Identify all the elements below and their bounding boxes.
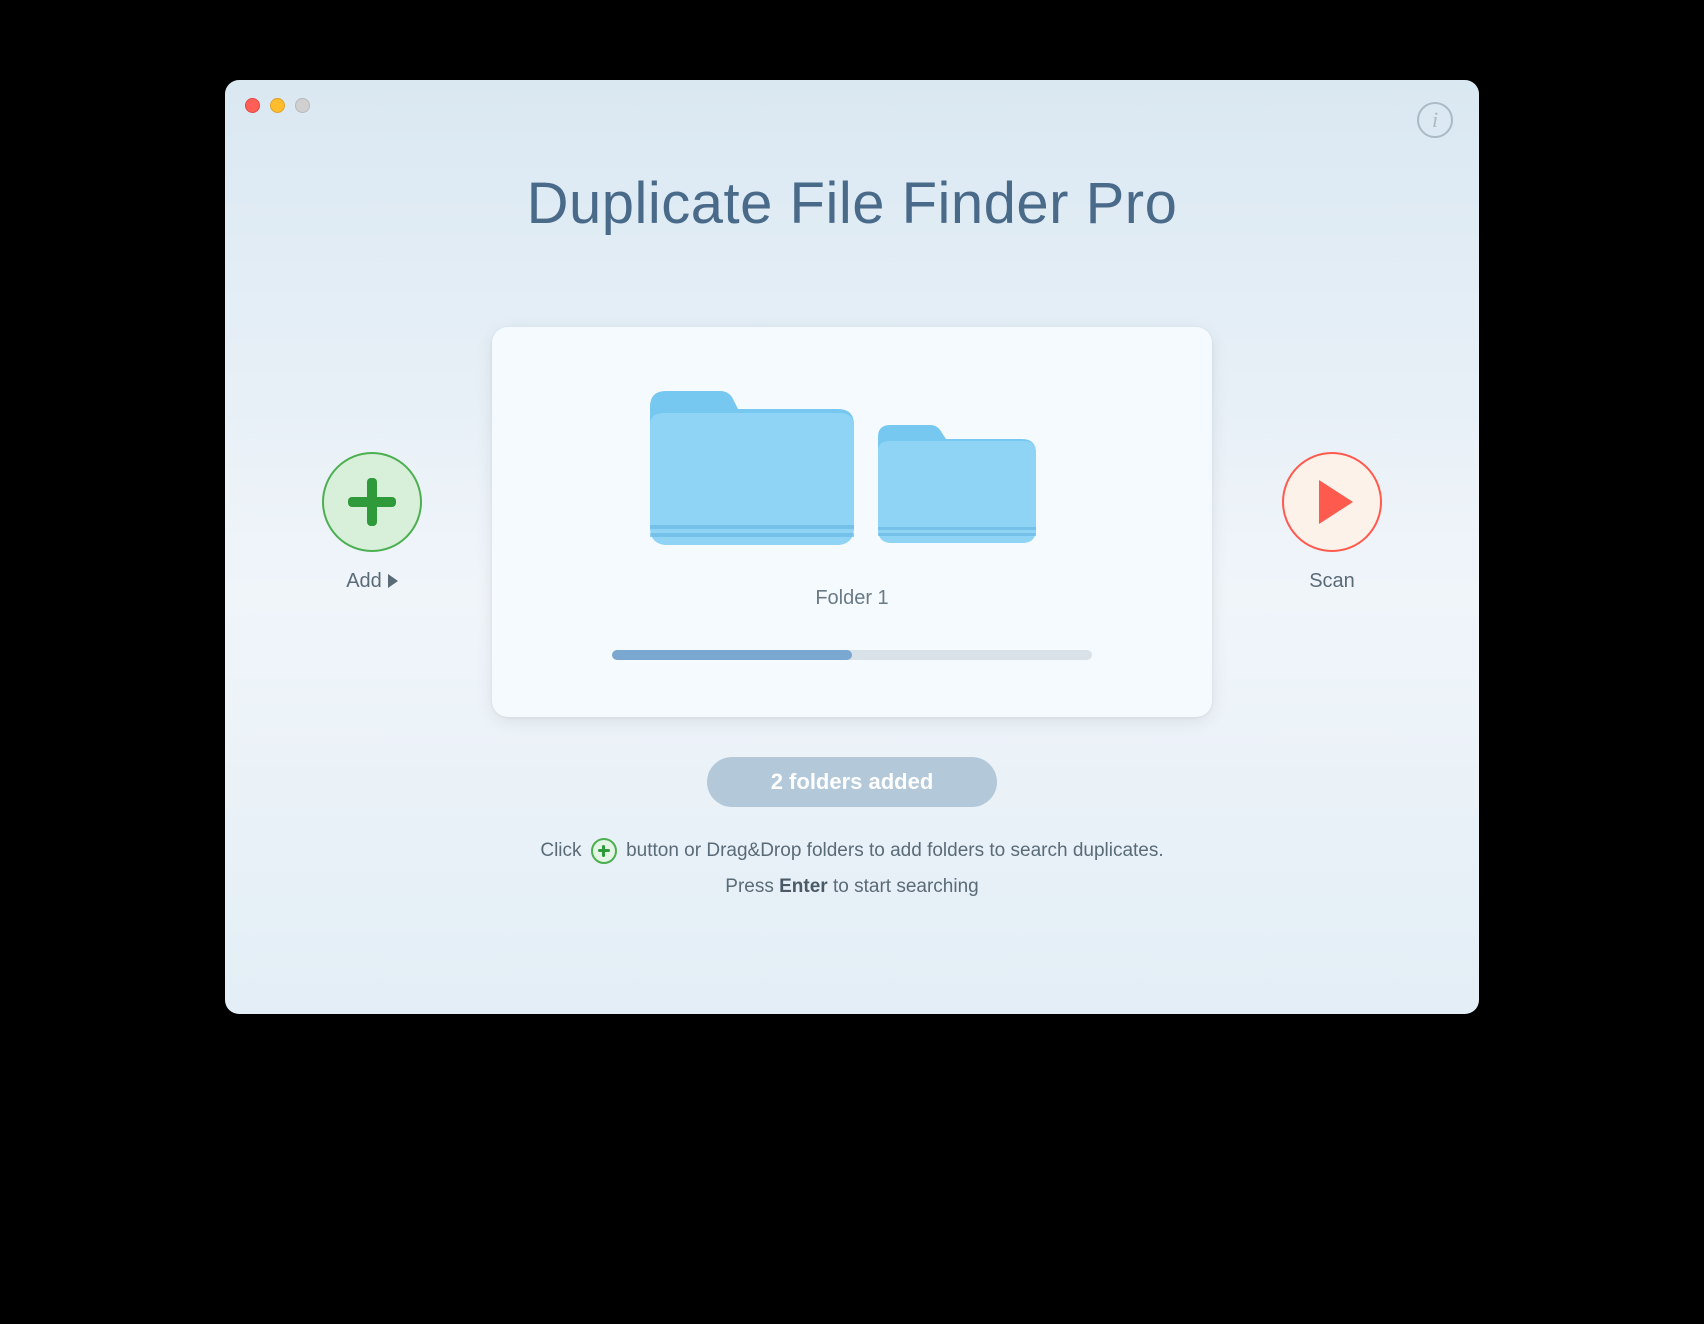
play-icon bbox=[1319, 480, 1353, 524]
maximize-window-button[interactable] bbox=[295, 98, 310, 113]
hint-text-fragment: button or Drag&Drop folders to add folde… bbox=[626, 840, 1164, 861]
slider-fill bbox=[612, 650, 852, 660]
minimize-window-button[interactable] bbox=[270, 98, 285, 113]
chevron-right-icon bbox=[388, 574, 398, 588]
scan-button-label: Scan bbox=[1309, 570, 1355, 593]
hint-text-fragment: Click bbox=[540, 840, 581, 861]
plus-icon bbox=[367, 478, 377, 526]
add-column: Add bbox=[312, 452, 432, 593]
info-button[interactable]: i bbox=[1417, 102, 1453, 138]
info-icon: i bbox=[1432, 107, 1438, 133]
folder-pager-slider[interactable] bbox=[612, 650, 1092, 660]
hint-line-2: Press Enter to start searching bbox=[225, 869, 1479, 905]
folder-icon bbox=[872, 413, 1042, 558]
folder-icon bbox=[642, 377, 862, 562]
folder-name-label: Folder 1 bbox=[815, 587, 888, 610]
hint-key: Enter bbox=[779, 876, 828, 897]
add-button-label: Add bbox=[346, 570, 398, 593]
status-badge: 2 folders added bbox=[707, 757, 997, 807]
scan-column: Scan bbox=[1272, 452, 1392, 593]
add-label-text: Add bbox=[346, 570, 382, 593]
hint-text-fragment: to start searching bbox=[833, 876, 979, 897]
scan-label-text: Scan bbox=[1309, 570, 1355, 593]
scan-button[interactable] bbox=[1282, 452, 1382, 552]
add-folder-button[interactable] bbox=[322, 452, 422, 552]
hint-text: Click button or Drag&Drop folders to add… bbox=[225, 833, 1479, 905]
folder-dropzone-card[interactable]: Folder 1 bbox=[492, 327, 1212, 717]
plus-icon bbox=[591, 838, 617, 864]
main-content-row: Add bbox=[225, 327, 1479, 717]
close-window-button[interactable] bbox=[245, 98, 260, 113]
hint-line-1: Click button or Drag&Drop folders to add… bbox=[225, 833, 1479, 869]
app-window: i Duplicate File Finder Pro Add bbox=[225, 80, 1479, 1014]
window-controls bbox=[245, 98, 310, 113]
hint-text-fragment: Press bbox=[725, 876, 774, 897]
folder-preview bbox=[642, 377, 1062, 577]
app-title: Duplicate File Finder Pro bbox=[225, 170, 1479, 237]
